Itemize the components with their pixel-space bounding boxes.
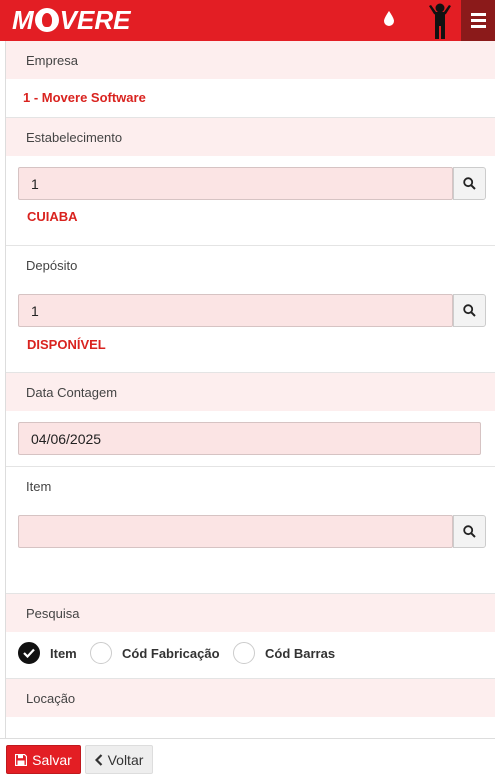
radio-cod-barras-label: Cód Barras <box>265 645 336 661</box>
radio-checked-icon <box>18 642 40 664</box>
movere-logo[interactable]: M VERE <box>12 5 130 35</box>
save-button[interactable]: Salvar <box>6 745 81 774</box>
person-icon[interactable] <box>427 2 453 40</box>
item-input[interactable] <box>18 515 453 548</box>
empresa-value: 1 - Movere Software <box>23 90 146 105</box>
save-button-label: Salvar <box>32 751 72 768</box>
deposito-label: Depósito <box>6 246 495 284</box>
footer-toolbar: Salvar Voltar <box>0 738 495 775</box>
item-label: Item <box>6 467 495 505</box>
radio-item-label: Item <box>50 645 77 661</box>
item-search-button[interactable] <box>453 515 486 548</box>
drop-icon[interactable] <box>383 10 395 26</box>
radio-unchecked-icon <box>233 642 255 664</box>
back-button[interactable]: Voltar <box>85 745 153 774</box>
empresa-label: Empresa <box>6 41 495 79</box>
radio-cod-fabricacao-label: Cód Fabricação <box>122 645 220 661</box>
deposito-input[interactable]: 1 <box>18 294 453 327</box>
radio-cod-fabricacao[interactable]: Cód Fabricação <box>90 642 220 664</box>
chevron-left-icon <box>94 753 102 766</box>
deposito-description: DISPONÍVEL <box>27 337 106 352</box>
floppy-disk-icon <box>15 753 28 766</box>
radio-unchecked-icon <box>90 642 112 664</box>
top-bar: M VERE <box>0 0 495 41</box>
estabelecimento-search-button[interactable] <box>453 167 486 200</box>
form-content: Empresa 1 - Movere Software Estabelecime… <box>5 41 495 738</box>
estabelecimento-description: CUIABA <box>27 209 78 224</box>
search-icon <box>463 304 476 317</box>
search-icon <box>463 177 476 190</box>
search-icon <box>463 525 476 538</box>
deposito-search-button[interactable] <box>453 294 486 327</box>
radio-cod-barras[interactable]: Cód Barras <box>233 642 335 664</box>
data-contagem-input[interactable]: 04/06/2025 <box>18 422 481 455</box>
pesquisa-label: Pesquisa <box>6 594 495 632</box>
radio-item[interactable]: Item <box>18 642 77 664</box>
locacao-label: Locação <box>6 679 495 717</box>
back-button-label: Voltar <box>107 751 144 768</box>
estabelecimento-input[interactable]: 1 <box>18 167 453 200</box>
hamburger-menu-icon[interactable] <box>461 0 495 41</box>
data-contagem-label: Data Contagem <box>6 373 495 411</box>
estabelecimento-label: Estabelecimento <box>6 118 495 156</box>
